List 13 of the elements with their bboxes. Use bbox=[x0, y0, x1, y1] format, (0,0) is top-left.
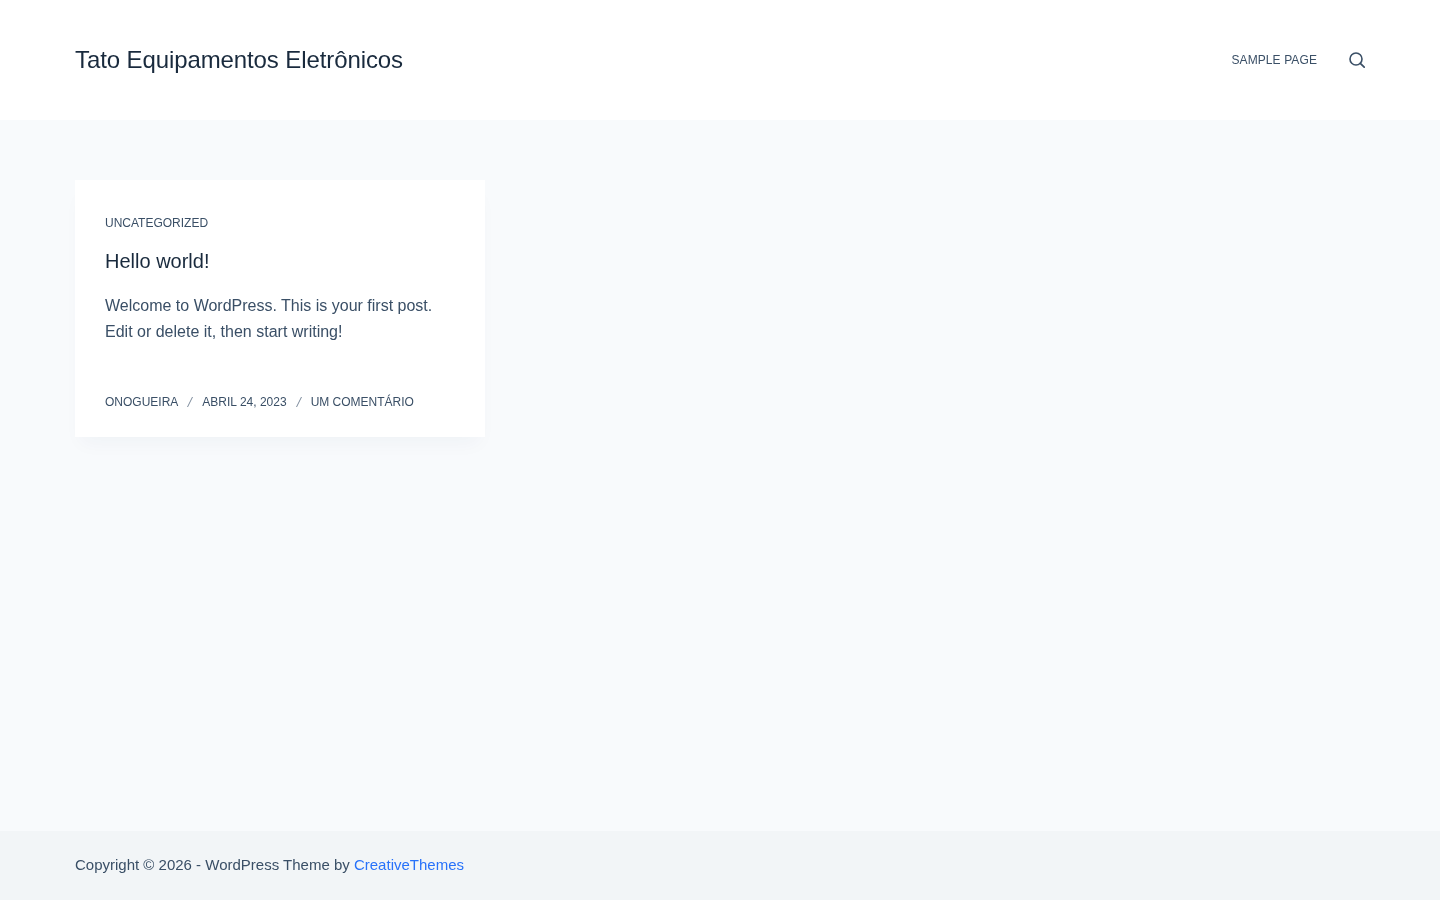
post-meta-link[interactable]: ONOGUEIRA bbox=[105, 394, 179, 410]
site-title[interactable]: Tato Equipamentos Eletrônicos bbox=[75, 48, 403, 72]
nav-link[interactable]: SAMPLE PAGE bbox=[1231, 51, 1317, 69]
post-excerpt: Welcome to WordPress. This is your first post. Edit or delete it, then start writing! bbox=[105, 296, 434, 342]
post-meta-link[interactable]: ABRIL 24, 2023 bbox=[202, 394, 287, 410]
slash-separator-icon bbox=[295, 396, 302, 408]
slash-separator-icon bbox=[187, 396, 194, 408]
post-meta-link[interactable]: UM COMENTÁRIO bbox=[310, 394, 414, 410]
post-title-link[interactable]: Hello world! bbox=[105, 250, 210, 272]
copyright-text: Copyright © 2026 - WordPress Theme by CreativeThemes bbox=[75, 855, 464, 876]
search-icon[interactable] bbox=[1349, 52, 1365, 68]
category-link[interactable]: UNCATEGORIZED bbox=[105, 215, 209, 231]
creativethemes-link[interactable]: CreativeThemes bbox=[353, 856, 464, 874]
